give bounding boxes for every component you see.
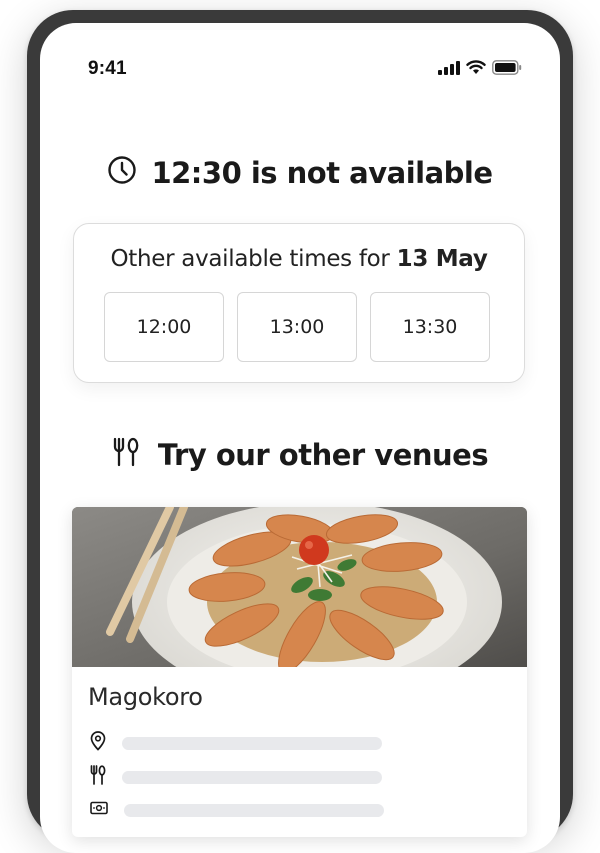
time-slot-button[interactable]: 13:30 <box>370 292 490 362</box>
location-placeholder <box>122 737 382 750</box>
status-icons <box>438 60 522 80</box>
status-bar: 9:41 <box>40 23 560 83</box>
location-pin-icon <box>90 731 106 756</box>
cuisine-placeholder <box>122 771 382 784</box>
price-placeholder <box>124 804 384 817</box>
signal-icon <box>438 60 460 80</box>
venue-price-row <box>90 801 384 820</box>
other-venues-title: Try our other venues <box>157 437 489 472</box>
available-date: 13 May <box>396 246 488 272</box>
battery-icon <box>492 60 522 80</box>
sashimi-plate-image <box>72 507 527 702</box>
wifi-icon <box>466 60 486 80</box>
available-times-prefix: Other available times for <box>110 246 397 272</box>
venue-name: Magokoro <box>88 683 203 711</box>
available-times-card: Other available times for 13 May 12:00 1… <box>73 223 525 383</box>
unavailable-title: 12:30 is not available <box>151 155 493 190</box>
time-slot-row: 12:00 13:00 13:30 <box>104 292 490 362</box>
other-venues-heading: Try our other venues <box>40 437 560 472</box>
venue-location-row <box>90 731 382 756</box>
cutlery-icon <box>90 765 106 790</box>
time-slot-button[interactable]: 13:00 <box>237 292 357 362</box>
phone-screen: 9:41 12:30 is not available Other availa… <box>40 23 560 853</box>
venue-card[interactable]: Magokoro <box>72 507 527 837</box>
time-slot-button[interactable]: 12:00 <box>104 292 224 362</box>
status-time: 9:41 <box>88 58 127 79</box>
money-icon <box>90 801 108 820</box>
available-times-heading: Other available times for 13 May <box>74 246 524 272</box>
unavailable-heading: 12:30 is not available <box>40 155 560 190</box>
phone-frame: 9:41 12:30 is not available Other availa… <box>27 10 573 853</box>
venue-cuisine-row <box>90 765 382 790</box>
cutlery-icon <box>112 437 140 472</box>
clock-icon <box>107 155 137 190</box>
